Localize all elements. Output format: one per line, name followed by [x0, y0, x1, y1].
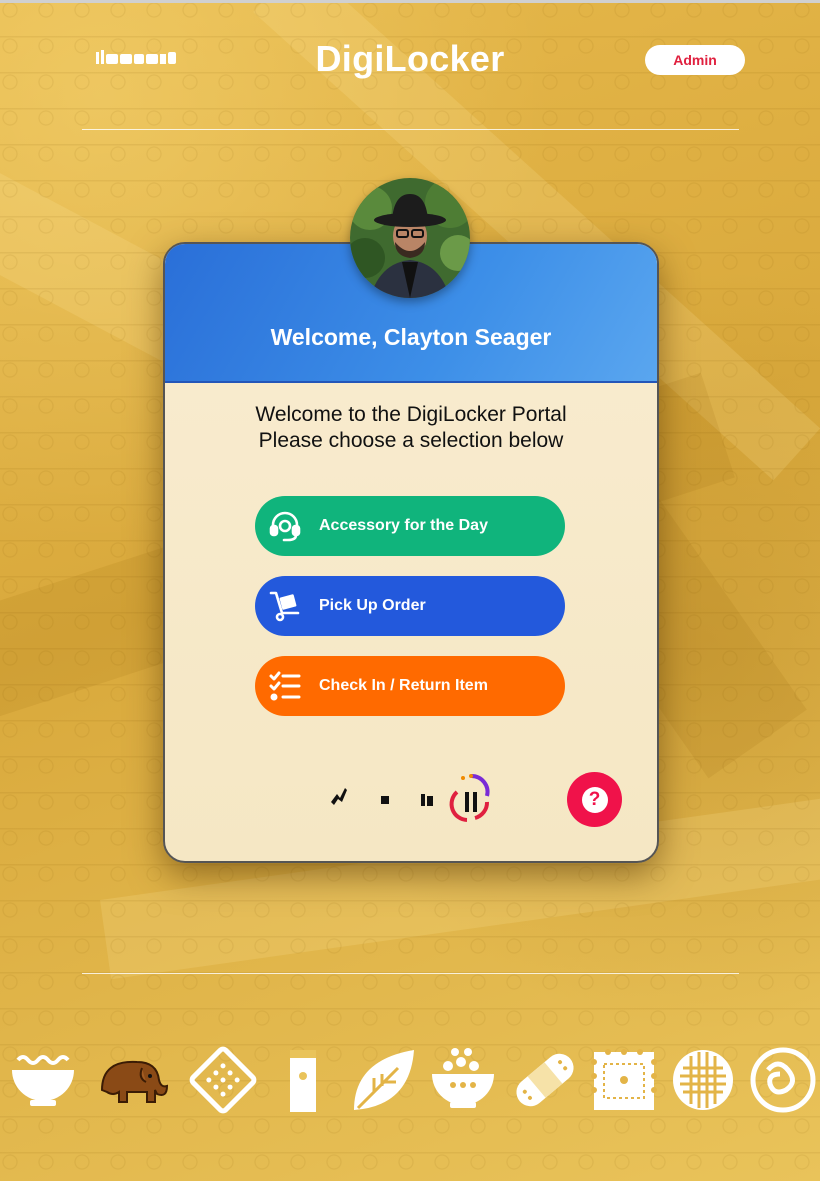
pasta-icon [748, 1040, 818, 1120]
noodle-bowl-icon [8, 1040, 78, 1120]
partner-logos [329, 772, 499, 822]
rice-bowl-icon [428, 1040, 498, 1120]
intro-line-2: Please choose a selection below [258, 429, 564, 452]
avatar [350, 178, 470, 298]
help-icon: ? [581, 786, 608, 813]
portal-card: Welcome, Clayton Seager Welcome to the D… [163, 242, 659, 863]
hand-truck-icon [267, 588, 303, 624]
elephant-icon [92, 1040, 172, 1120]
cracker-icon [188, 1040, 258, 1120]
accessory-button-label: Accessory for the Day [319, 517, 488, 534]
tube-icon [268, 1040, 338, 1120]
header-divider [82, 129, 739, 130]
check-in-button-label: Check In / Return Item [319, 677, 488, 694]
pick-up-order-button[interactable]: Pick Up Order [255, 576, 565, 636]
biscuit-icon [590, 1040, 660, 1120]
welcome-user-text: Welcome, Clayton Seager [270, 324, 552, 350]
intro-text: Welcome to the DigiLocker Portal Please … [165, 402, 657, 454]
footer-icon-row [0, 1040, 820, 1130]
bandage-icon [510, 1040, 580, 1120]
headset-icon [267, 508, 303, 544]
intro-line-1: Welcome to the DigiLocker Portal [255, 403, 567, 426]
footer-divider [82, 973, 739, 974]
leaf-icon [348, 1040, 418, 1120]
help-button[interactable]: ? [567, 772, 622, 827]
checklist-icon [267, 668, 303, 704]
waffle-icon [670, 1040, 740, 1120]
check-in-return-button[interactable]: Check In / Return Item [255, 656, 565, 716]
accessory-for-the-day-button[interactable]: Accessory for the Day [255, 496, 565, 556]
pick-up-button-label: Pick Up Order [319, 597, 426, 614]
window-top-border [0, 0, 820, 3]
admin-button[interactable]: Admin [645, 45, 745, 75]
